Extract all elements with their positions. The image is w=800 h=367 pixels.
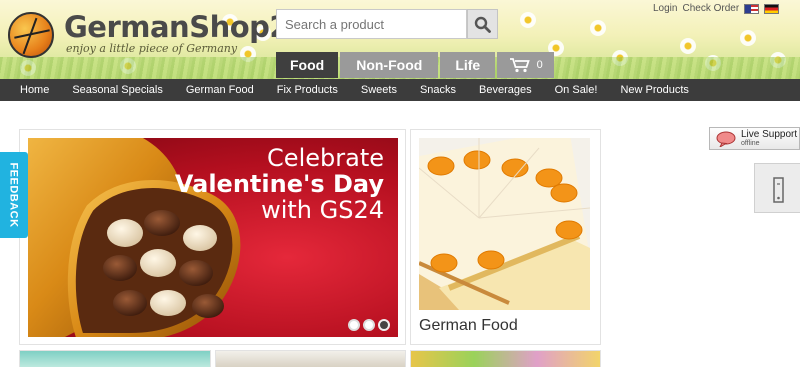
- feedback-tab[interactable]: FEEDBACK: [0, 152, 28, 238]
- us-flag-icon[interactable]: [744, 3, 760, 14]
- slide-dot-2[interactable]: [363, 319, 375, 331]
- search-icon: [474, 16, 491, 33]
- nav-on-sale[interactable]: On Sale!: [555, 84, 598, 96]
- german-food-label[interactable]: German Food: [419, 317, 518, 335]
- login-link[interactable]: Login: [653, 3, 677, 14]
- globe-logo-icon[interactable]: [8, 12, 54, 58]
- live-support-button[interactable]: Live Support offline: [709, 127, 800, 150]
- banner-line-2: Valentine's Day: [174, 169, 384, 198]
- phone-icon: [773, 177, 784, 203]
- main-nav: Home Seasonal Specials German Food Fix P…: [0, 79, 800, 101]
- german-food-image[interactable]: [419, 138, 590, 310]
- tab-food[interactable]: Food: [276, 52, 339, 78]
- nav-german-food[interactable]: German Food: [186, 84, 254, 96]
- orange-cake-image: [419, 138, 590, 310]
- cart-count: 0: [536, 59, 543, 71]
- top-links: Login Check Order: [653, 3, 780, 14]
- side-widget-tab[interactable]: [754, 163, 800, 213]
- nav-beverages[interactable]: Beverages: [479, 84, 532, 96]
- slider-dots: [348, 319, 390, 331]
- nav-seasonal-specials[interactable]: Seasonal Specials: [72, 84, 163, 96]
- nav-home[interactable]: Home: [20, 84, 49, 96]
- nav-new-products[interactable]: New Products: [620, 84, 688, 96]
- tab-life[interactable]: Life: [440, 52, 496, 78]
- banner-line-3: with GS24: [261, 195, 384, 224]
- nav-fix-products[interactable]: Fix Products: [277, 84, 338, 96]
- search-input[interactable]: [276, 9, 467, 39]
- product-tile-3[interactable]: [410, 350, 601, 367]
- product-tile-2[interactable]: [215, 350, 406, 367]
- nav-snacks[interactable]: Snacks: [420, 84, 456, 96]
- brand-tagline: enjoy a little piece of Germany: [66, 42, 238, 55]
- valentine-banner[interactable]: Celebrate Valentine's Day with GS24: [28, 138, 398, 337]
- brand-name[interactable]: GermanShop24: [64, 10, 309, 44]
- slide-dot-1[interactable]: [348, 319, 360, 331]
- product-tile-1[interactable]: [19, 350, 211, 367]
- site-header: GermanShop24 enjoy a little piece of Ger…: [0, 0, 800, 79]
- feedback-label: FEEDBACK: [8, 162, 20, 228]
- banner-headline: Celebrate Valentine's Day with GS24: [174, 144, 384, 224]
- live-support-status: offline: [741, 140, 760, 147]
- search-bar: [276, 9, 498, 39]
- category-tabs: Food Non-Food Life 0: [276, 52, 555, 78]
- check-order-link[interactable]: Check Order: [682, 3, 739, 14]
- german-flag-icon[interactable]: [764, 3, 780, 14]
- slide-dot-3[interactable]: [378, 319, 390, 331]
- cart-icon: [509, 58, 530, 73]
- search-button[interactable]: [467, 9, 498, 39]
- nav-sweets[interactable]: Sweets: [361, 84, 397, 96]
- chat-bubble-icon: [716, 131, 736, 147]
- banner-line-1: Celebrate: [267, 144, 384, 172]
- tab-non-food[interactable]: Non-Food: [340, 52, 439, 78]
- live-support-title: Live Support: [741, 129, 798, 140]
- cart-button[interactable]: 0: [497, 52, 555, 78]
